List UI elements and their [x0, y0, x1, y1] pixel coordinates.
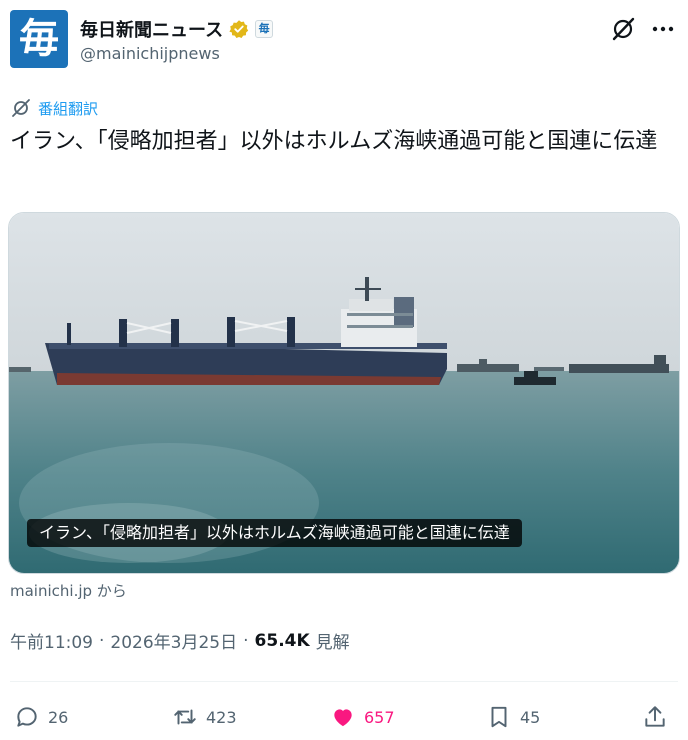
reply-icon — [17, 707, 37, 727]
tweet-meta: 午前11:09 · 2026年3月25日 · 65.4K 見解 — [10, 628, 350, 654]
grok-icon[interactable] — [608, 14, 638, 44]
tweet-text: イラン、「侵略加担者」以外はホルムズ海峡通過可能と国連に伝達 — [10, 129, 658, 154]
reply-button[interactable]: 26 — [14, 700, 68, 734]
avatar[interactable]: 毎 — [10, 10, 68, 68]
heart-icon — [334, 709, 352, 727]
link-source[interactable]: mainichi.jp から — [10, 580, 127, 601]
repost-count: 423 — [206, 707, 237, 727]
reply-count: 26 — [48, 707, 69, 727]
views-count: 65.4K — [254, 630, 310, 651]
bookmark-button[interactable]: 45 — [486, 700, 540, 734]
bookmark-count: 45 — [520, 707, 541, 727]
affiliate-badge[interactable]: 毎 — [255, 20, 274, 38]
repost-icon — [174, 709, 196, 725]
name-row: 毎日新聞ニュース 毎 — [80, 16, 274, 42]
verified-badge-icon — [229, 20, 249, 38]
action-bar: 26 423 657 45 — [14, 700, 674, 734]
like-button[interactable]: 657 — [330, 700, 395, 734]
tweet-header: 毎 毎日新聞ニュース 毎 @mainichijpnews — [10, 10, 678, 70]
more-options-icon[interactable] — [648, 14, 678, 44]
bookmark-icon — [491, 706, 507, 728]
share-button[interactable] — [642, 700, 668, 734]
post-date[interactable]: 2026年3月25日 — [110, 628, 237, 653]
translate-row[interactable]: 番組翻訳 — [10, 96, 98, 120]
like-count: 657 — [364, 707, 395, 727]
repost-button[interactable]: 423 — [172, 700, 237, 734]
display-name[interactable]: 毎日新聞ニュース — [80, 16, 223, 42]
meta-separator: · — [243, 630, 249, 651]
handle[interactable]: @mainichijpnews — [80, 44, 220, 63]
divider — [10, 681, 678, 682]
media-caption: イラン、「侵略加担者」以外はホルムズ海峡通過可能と国連に伝達 — [27, 519, 522, 547]
views-label: 見解 — [315, 633, 350, 653]
translate-link[interactable]: 番組翻訳 — [38, 98, 98, 119]
share-icon — [645, 706, 665, 727]
link-card-image[interactable]: イラン、「侵略加担者」以外はホルムズ海峡通過可能と国連に伝達 — [8, 212, 680, 574]
translate-icon — [12, 99, 30, 117]
meta-separator: · — [99, 630, 105, 651]
post-time[interactable]: 午前11:09 — [10, 628, 93, 653]
